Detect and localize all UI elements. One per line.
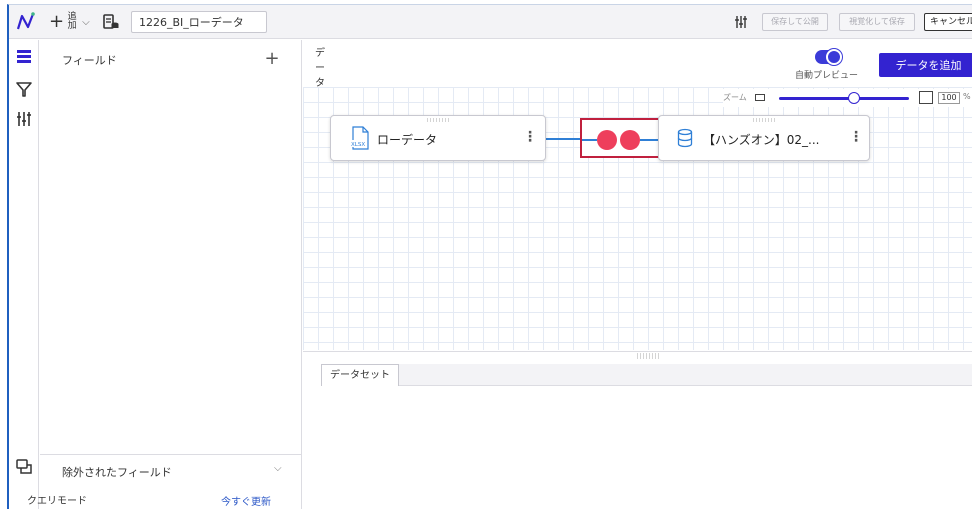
excluded-fields-label: 除外されたフィールド [62,466,172,479]
refresh-now-link[interactable]: 今すぐ更新 [221,493,271,508]
node-label: 【ハンズオン】02_... [703,133,820,147]
database-icon [677,128,693,148]
svg-text:XLSX: XLSX [351,142,365,148]
fields-title: フィールド [62,54,117,67]
left-icon-rail [9,40,39,509]
inner-join-icon [620,130,640,150]
zoom-label: ズーム [723,93,747,102]
node-label: ローデータ [377,133,438,147]
logo-icon[interactable] [15,11,37,33]
add-label: 追加 [67,12,77,31]
auto-preview-toggle[interactable] [815,49,842,65]
query-mode-label: クエリモード [27,496,87,507]
dataset-tab-bar: データセット [321,364,972,386]
panel-resize-handle[interactable] [636,353,660,359]
plus-icon: + [49,11,65,32]
target-node[interactable]: 【ハンズオン】02_... ⋮ [658,115,870,161]
save-and-publish-button[interactable]: 保存して公開 [762,13,828,31]
zoom-value[interactable]: 100 [938,92,960,104]
connector-line [640,139,660,141]
zoom-out-icon[interactable] [755,94,765,101]
flow-canvas[interactable]: ズーム 100 % XLSX ローデータ ⋮ 【ハンズオン】02_... ⋮ [303,87,972,350]
dataset-name-input[interactable] [131,11,267,33]
drag-handle[interactable] [426,118,450,122]
join-node[interactable] [580,118,660,158]
inner-join-icon [597,130,617,150]
zoom-in-icon[interactable] [919,91,933,104]
fields-panel: フィールド + 除外されたフィールド ⌵ クエリモード 今すぐ更新 [27,40,302,509]
layers-icon[interactable] [15,48,33,66]
connector-line [582,139,597,141]
datasource-icon[interactable] [102,13,120,31]
add-data-button[interactable]: データを追加 [879,53,972,77]
zoom-control: ズーム 100 % [723,89,972,107]
canvas-title: データ [315,48,325,89]
sliders-icon[interactable] [734,15,748,29]
tab-dataset[interactable]: データセット [321,364,399,386]
drag-handle[interactable] [752,118,776,122]
source-node[interactable]: XLSX ローデータ ⋮ [330,115,546,161]
zoom-slider-track[interactable] [779,97,909,100]
add-field-button[interactable]: + [262,48,282,69]
canvas-header: データ 自動プレビュー データを追加 [303,40,972,89]
more-vertical-icon[interactable]: ⋮ [849,129,863,145]
auto-preview-label: 自動プレビュー [795,71,859,81]
zoom-slider-thumb[interactable] [848,92,861,104]
toggle-knob [826,49,842,65]
app-frame: + 追加 ⌵ 保存して公開 視覚化して保存 キャンセル [7,4,972,509]
sliders-icon[interactable] [15,110,33,128]
cancel-button[interactable]: キャンセル [924,13,972,31]
chevron-down-icon: ⌵ [274,463,282,474]
query-mode-bar: クエリモード 今すぐ更新 [9,488,302,509]
more-vertical-icon[interactable]: ⋮ [523,129,537,145]
chat-icon[interactable] [15,458,33,476]
excluded-fields-section[interactable]: 除外されたフィールド ⌵ [40,454,302,484]
zoom-unit: % [963,92,971,101]
visualize-and-save-button[interactable]: 視覚化して保存 [839,13,915,31]
chevron-down-icon: ⌵ [82,16,90,28]
xlsx-file-icon: XLSX [350,126,369,150]
filter-icon[interactable] [15,80,33,98]
top-toolbar: + 追加 ⌵ 保存して公開 視覚化して保存 キャンセル [9,5,972,39]
add-menu-button[interactable]: + 追加 ⌵ [49,11,90,33]
dataset-panel: データセット [303,351,972,509]
